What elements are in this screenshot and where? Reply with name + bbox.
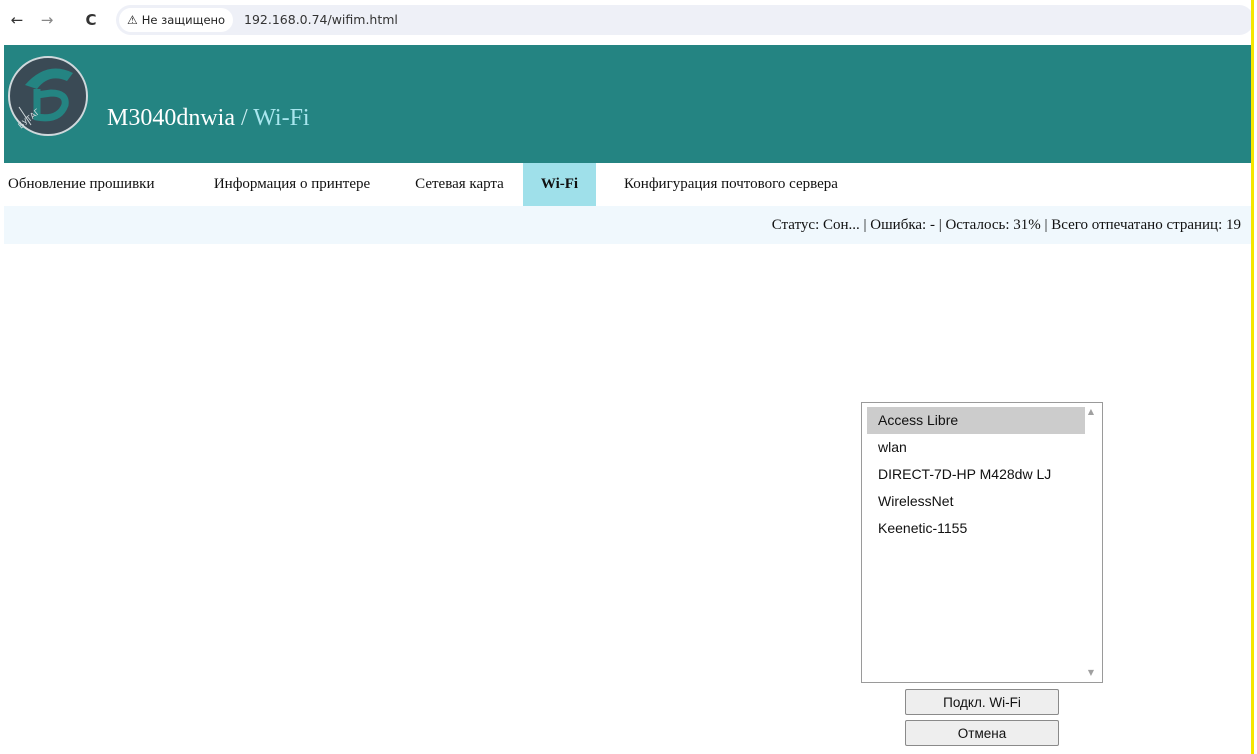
tab-wifi[interactable]: Wi-Fi <box>523 163 596 206</box>
window-edge <box>1251 0 1254 754</box>
cancel-button[interactable]: Отмена <box>905 720 1059 746</box>
brand-logo: БУТАГ <box>8 56 88 136</box>
scroll-up-icon[interactable]: ▲ <box>1086 407 1096 417</box>
page-banner: БУТАГ M3040dnwia / Wi-Fi <box>4 45 1251 163</box>
tab-firmware-update[interactable]: Обновление прошивки <box>4 163 186 206</box>
security-chip[interactable]: ⚠ Не защищено <box>119 8 234 32</box>
connect-wifi-button[interactable]: Подкл. Wi-Fi <box>905 689 1059 715</box>
main-nav: Обновление прошивки Информация о принтер… <box>4 163 1251 206</box>
browser-toolbar: ← → C ⚠ Не защищено 192.168.0.74/wifim.ht… <box>0 0 1257 40</box>
url-text[interactable]: 192.168.0.74/wifim.html <box>244 5 398 35</box>
network-item[interactable]: WirelessNet <box>867 488 1085 515</box>
network-list[interactable]: Access Libre wlan DIRECT-7D-HP M428dw LJ… <box>861 402 1103 683</box>
security-label: Не защищено <box>141 13 226 27</box>
warning-icon: ⚠ <box>127 13 138 27</box>
title-separator: / <box>235 105 254 131</box>
network-item[interactable]: Keenetic-1155 <box>867 515 1085 542</box>
status-bar: Статус: Сон... | Ошибка: - | Осталось: 3… <box>4 206 1251 244</box>
tab-printer-info[interactable]: Информация о принтере <box>188 163 396 206</box>
section-name: Wi-Fi <box>253 105 310 131</box>
page-title: M3040dnwia / Wi-Fi <box>107 105 310 132</box>
scroll-down-icon[interactable]: ▼ <box>1086 668 1096 678</box>
tab-network-card[interactable]: Сетевая карта <box>396 163 523 206</box>
reload-icon[interactable]: C <box>80 9 102 31</box>
back-icon[interactable]: ← <box>6 9 28 31</box>
status-text: Статус: Сон... | Ошибка: - | Осталось: 3… <box>771 217 1241 233</box>
address-bar[interactable]: ⚠ Не защищено 192.168.0.74/wifim.html <box>116 5 1254 35</box>
forward-icon[interactable]: → <box>36 9 58 31</box>
network-item[interactable]: Access Libre <box>867 407 1085 434</box>
tab-mail-server-config[interactable]: Конфигурация почтового сервера <box>596 163 866 206</box>
network-item[interactable]: wlan <box>867 434 1085 461</box>
model-name: M3040dnwia <box>107 105 235 131</box>
network-item[interactable]: DIRECT-7D-HP M428dw LJ <box>867 461 1085 488</box>
